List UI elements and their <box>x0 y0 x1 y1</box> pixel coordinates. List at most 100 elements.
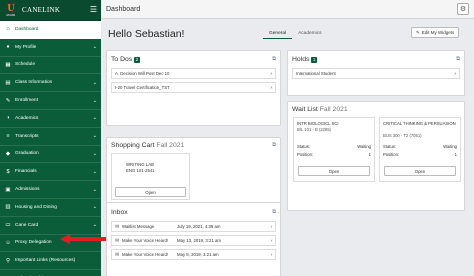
open-button[interactable]: Open <box>115 187 186 197</box>
open-button[interactable]: Open <box>298 166 370 176</box>
chevron-down-icon: ⌄ <box>92 222 97 229</box>
waitlist-term: Fall 2021 <box>319 106 348 113</box>
waitlist-item: CRITICAL THINKING & PERSUASION BUS 300 -… <box>379 117 461 182</box>
dashboard-tabs: General Academics <box>263 30 328 39</box>
chevron-down-icon: ⌄ <box>92 168 97 175</box>
sidebar-item-sebastian-ibis[interactable]: ☻Sebastian Ibis⌄ <box>0 270 101 276</box>
course-name: WRITING LAB <box>126 162 154 167</box>
greeting-heading: Hello Sebastian! <box>108 28 185 40</box>
message-subject: Make Your Voice Heard! <box>122 238 169 243</box>
sidebar-item-label: Cane Card <box>15 222 39 228</box>
envelope-icon: ✉ <box>115 251 120 258</box>
course-name: INTR BIOLOGICL SCI <box>297 121 339 126</box>
edit-widgets-button[interactable]: ✎ Edit My Widgets <box>411 27 460 38</box>
external-link-icon[interactable]: ⧉ <box>272 56 276 63</box>
external-link-icon[interactable]: ⧉ <box>272 209 276 216</box>
external-link-icon[interactable]: ⧉ <box>272 142 276 149</box>
chevron-right-icon: › <box>270 238 272 243</box>
top-bar: Dashboard ⚙ <box>101 0 474 19</box>
cart-title: Shopping Cart <box>111 142 155 149</box>
menu-toggle-icon[interactable]: ☰ <box>90 6 97 14</box>
status-value: Waiting <box>443 144 457 149</box>
logo-letter: U <box>7 2 15 14</box>
class-information-icon: ▤ <box>5 79 11 86</box>
academics-icon: ◑ <box>6 115 10 122</box>
position-label: Position: <box>383 152 400 157</box>
my-profile-icon: ● <box>6 44 10 51</box>
status-label: Status: <box>383 144 397 149</box>
position-value: 1 <box>368 152 371 157</box>
sidebar-item-label: Graduation <box>15 151 39 157</box>
university-logo[interactable]: U MIAMI <box>4 3 18 17</box>
sidebar-item-cane-card[interactable]: ▭ Cane Card ⌄ <box>0 217 101 235</box>
sidebar-item-label: Schedule <box>15 62 36 68</box>
sidebar-item-schedule[interactable]: ▦ Schedule <box>0 57 101 75</box>
holds-title: Holds <box>292 56 310 63</box>
chevron-down-icon: ⌄ <box>92 97 97 104</box>
inbox-card: Inbox ⧉ ✉ Waitlist Message July 19, 2021… <box>106 202 281 276</box>
red-arrow-annotation <box>60 234 106 244</box>
sidebar-item-dashboard[interactable]: ⌂ Dashboard <box>0 21 101 39</box>
todo-item[interactable]: A. Decision Will Post Dec 10 › <box>111 68 276 79</box>
tab-academics[interactable]: Academics <box>292 30 327 39</box>
hold-item-label: International Student <box>296 71 336 76</box>
graduation-icon: ◆ <box>5 150 11 157</box>
chevron-right-icon: › <box>270 84 272 91</box>
sidebar-item-important-links-resources[interactable]: ⚲ Important Links (Resources) <box>0 252 101 271</box>
chevron-right-icon: › <box>270 252 272 257</box>
message-subject: Make Your Voice Heard! <box>122 252 169 257</box>
sidebar-item-label: Enrollment <box>15 98 38 104</box>
status-value: Waiting <box>357 144 371 149</box>
position-value: 1 <box>454 152 457 157</box>
todo-item[interactable]: I-20 Travel Certification_TST › <box>111 82 276 93</box>
transcripts-icon: ≡ <box>6 133 10 140</box>
todo-item-label: A. Decision Will Post Dec 10 <box>115 71 170 76</box>
chevron-right-icon: › <box>454 70 456 77</box>
inbox-title: Inbox <box>111 208 128 216</box>
message-subject: Waitlist Message <box>122 224 155 229</box>
sidebar-item-financials[interactable]: $ Financials ⌄ <box>0 163 101 182</box>
holds-count-badge: 1 <box>311 57 317 63</box>
inbox-message[interactable]: ✉ Waitlist Message July 19, 2021, 4:35 a… <box>111 221 276 232</box>
todos-count-badge: 2 <box>134 57 140 63</box>
external-link-icon[interactable]: ⧉ <box>456 56 460 63</box>
todo-item-label: I-20 Travel Certification_TST <box>115 85 170 90</box>
sidebar-item-label: Class Information <box>15 80 53 86</box>
chevron-down-icon: ⌄ <box>92 150 97 157</box>
sidebar-item-class-information[interactable]: ▤ Class Information ⌄ <box>0 74 101 93</box>
admissions-icon: ▣ <box>5 186 11 193</box>
cart-item: WRITING LAB ENG 101-2541 Open <box>111 153 190 200</box>
sidebar-item-label: Financials <box>15 169 37 175</box>
chevron-down-icon: ⌄ <box>92 44 97 51</box>
sidebar-item-enrollment[interactable]: ✎ Enrollment ⌄ <box>0 92 101 110</box>
sidebar-item-label: My Profile <box>15 44 37 50</box>
todos-title: To Dos <box>111 56 133 63</box>
message-date: July 19, 2021, 4:35 am <box>177 224 221 229</box>
chevron-down-icon: ⌄ <box>92 133 97 140</box>
envelope-icon: ✉ <box>115 237 120 244</box>
open-button[interactable]: Open <box>384 166 456 176</box>
holds-card: Holds 1 ⧉ International Student › <box>287 50 465 96</box>
sidebar-item-admissions[interactable]: ▣ Admissions ⌄ <box>0 181 101 199</box>
sidebar-item-housing-and-dining[interactable]: ▥ Housing and Dining ⌄ <box>0 199 101 217</box>
brand-header: U MIAMI CANELINK ☰ <box>0 0 101 21</box>
sidebar-item-my-profile[interactable]: ● My Profile ⌄ <box>0 39 101 57</box>
status-row: Status: Waiting <box>383 144 457 149</box>
sidebar-item-label: Dashboard <box>15 26 39 32</box>
sidebar-item-label: Academics <box>15 115 39 121</box>
chevron-right-icon: › <box>270 70 272 77</box>
sidebar-item-label: Transcripts <box>15 133 39 139</box>
inbox-message[interactable]: ✉ Make Your Voice Heard! May 8, 2019, 3:… <box>111 249 276 260</box>
message-date: May 13, 2019, 3:21 am <box>177 238 221 243</box>
inbox-message[interactable]: ✉ Make Your Voice Heard! May 13, 2019, 3… <box>111 235 276 246</box>
dashboard-icon: ⌂ <box>6 26 10 33</box>
sidebar-item-transcripts[interactable]: ≡ Transcripts ⌄ <box>0 128 101 146</box>
sidebar-item-academics[interactable]: ◑ Academics ⌄ <box>0 110 101 128</box>
settings-button[interactable]: ⚙ <box>457 3 469 15</box>
sidebar-item-graduation[interactable]: ◆ Graduation ⌄ <box>0 146 101 164</box>
hold-item[interactable]: International Student › <box>292 68 460 79</box>
schedule-icon: ▦ <box>5 61 11 68</box>
waitlist-card: Wait List Fall 2021 INTR BIOLOGICL SCI B… <box>287 101 465 211</box>
tab-general[interactable]: General <box>263 30 293 39</box>
course-code: BIL 101 - B (2285) <box>297 127 332 132</box>
